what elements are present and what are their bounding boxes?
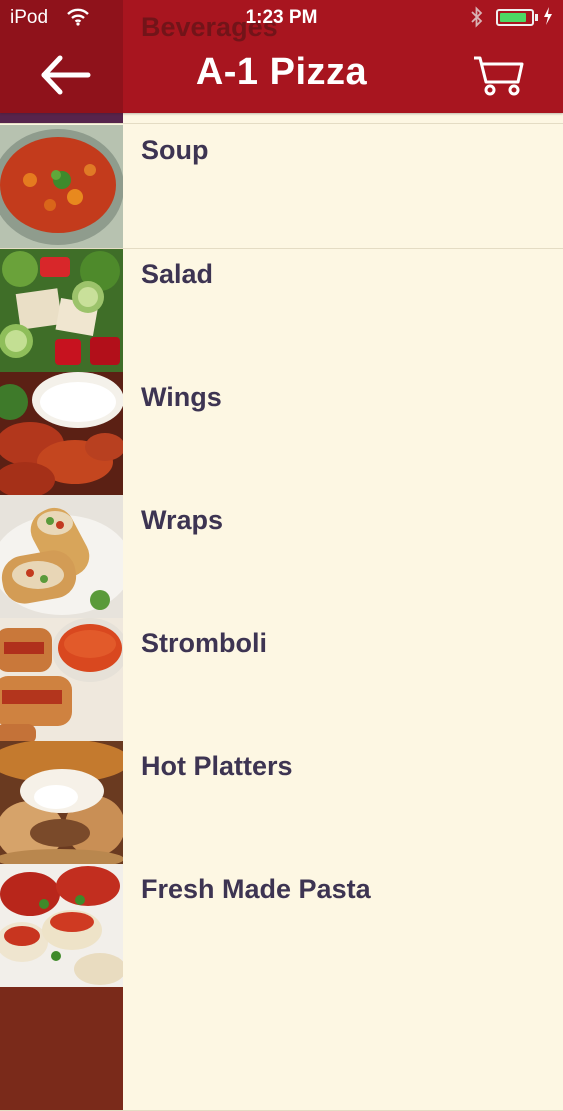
menu-item-wings[interactable]: Wings <box>0 372 563 496</box>
menu-item-fresh-made-pasta[interactable]: Fresh Made Pasta <box>0 864 563 988</box>
cart-button[interactable] <box>470 52 526 98</box>
next-item-image <box>0 987 123 1110</box>
charging-icon <box>542 6 554 32</box>
salad-image <box>0 249 123 372</box>
wings-image <box>0 372 123 495</box>
cart-icon <box>470 56 526 102</box>
menu-item-label: Wraps <box>141 505 224 535</box>
menu-item-stromboli[interactable]: Stromboli <box>0 618 563 742</box>
menu-item-salad[interactable]: Salad <box>0 249 563 373</box>
battery-icon <box>496 9 534 26</box>
soup-image <box>0 125 123 248</box>
menu-item-wraps[interactable]: Wraps <box>0 495 563 619</box>
menu-item-label: Soup <box>141 135 209 165</box>
nav-header: Beverages iPod 1:23 PM A-1 Pizza <box>0 0 563 123</box>
menu-item-label: Hot Platters <box>141 751 293 781</box>
menu-item-next[interactable] <box>0 987 563 1111</box>
menu-item-hot-platters[interactable]: Hot Platters <box>0 741 563 865</box>
hot-platters-image <box>0 741 123 864</box>
bluetooth-icon <box>470 6 484 34</box>
fresh-made-pasta-image <box>0 864 123 987</box>
battery-level <box>500 13 526 22</box>
menu-item-label: Fresh Made Pasta <box>141 874 371 904</box>
wraps-image <box>0 495 123 618</box>
menu-item-label: Stromboli <box>141 628 267 658</box>
menu-item-label: Salad <box>141 259 214 289</box>
menu-item-soup[interactable]: Soup <box>0 125 563 249</box>
menu-item-label: Wings <box>141 382 222 412</box>
battery-nub <box>535 14 538 21</box>
status-bar: iPod 1:23 PM <box>0 0 563 36</box>
stromboli-image <box>0 618 123 741</box>
